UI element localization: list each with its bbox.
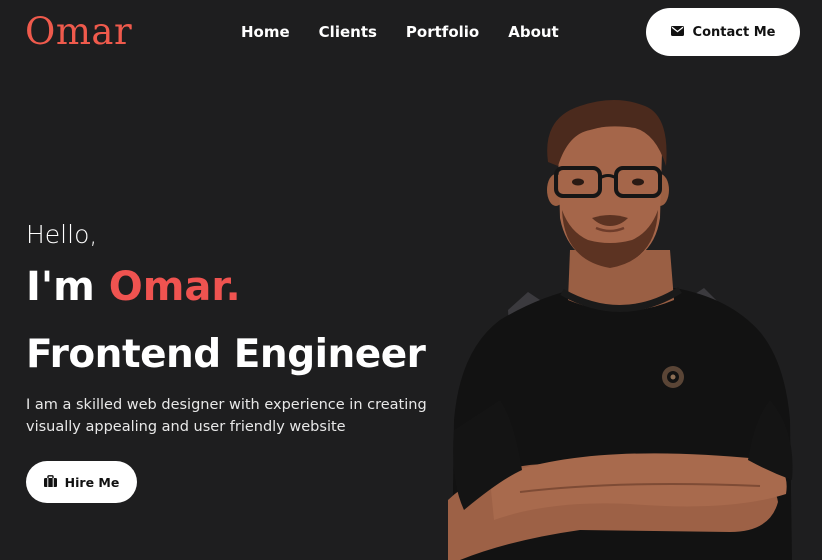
nav-portfolio[interactable]: Portfolio: [406, 23, 479, 41]
hero-intro-prefix: I'm: [26, 264, 95, 310]
hero-name: Omar.: [108, 264, 241, 310]
nav-clients[interactable]: Clients: [319, 23, 377, 41]
contact-me-label: Contact Me: [692, 24, 776, 40]
envelope-icon: [670, 25, 684, 40]
hire-me-label: Hire Me: [64, 474, 120, 490]
nav-about[interactable]: About: [508, 23, 559, 41]
hero-greeting: Hello,: [26, 220, 98, 249]
profile-photo: [448, 100, 793, 560]
main-nav: Home Clients Portfolio About: [241, 23, 559, 41]
briefcase-icon: [43, 474, 57, 490]
brand-logo[interactable]: Omar: [25, 10, 132, 53]
nav-home[interactable]: Home: [241, 23, 290, 41]
hero-intro: I'm Omar.: [26, 264, 241, 310]
hire-me-button[interactable]: Hire Me: [26, 461, 137, 503]
contact-me-button[interactable]: Contact Me: [646, 8, 800, 56]
hero-role: Frontend Engineer: [26, 332, 426, 377]
hero-description: I am a skilled web designer with experie…: [26, 397, 427, 435]
